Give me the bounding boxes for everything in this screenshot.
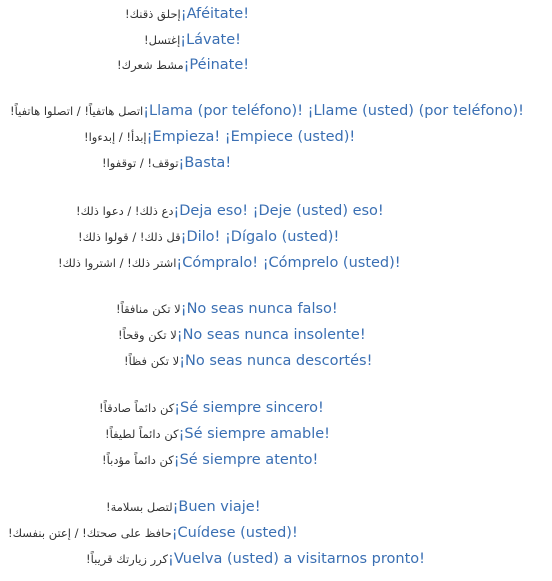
arabic-translation: إبدأ! / إبدءوا! [84,130,147,144]
spanish-phrase: ¡Empieza! ¡Empiece (usted)! [146,129,356,145]
phrase-row-no-falso: لا تكن منافقاً! ¡No seas nunca falso! [116,297,338,321]
phrase-list: إحلق ذقنك! ¡Aféitate! إغتسل! ¡Lávate! مش… [0,0,552,581]
spanish-phrase: ¡Buen viaje! [172,499,261,515]
spanish-phrase: ¡Dilo! ¡Dígalo (usted)! [180,229,340,245]
spanish-phrase: ¡Vuelva (usted) a visitarnos pronto! [168,551,425,567]
spanish-phrase: ¡Lávate! [180,32,241,48]
phrase-row-compralo: اشتر ذلك! / اشتروا ذلك! ¡Cómpralo! ¡Cómp… [58,251,401,275]
spanish-phrase: ¡Sé siempre sincero! [174,400,324,416]
spanish-phrase: ¡No seas nunca descortés! [179,353,373,369]
phrase-row-basta: توقف! / توقفوا! ¡Basta! [102,151,231,175]
arabic-translation: مشط شعرك! [117,58,184,72]
arabic-translation: لتصل بسلامة! [106,500,173,514]
arabic-translation: كن دائماً صادقاً! [99,401,175,415]
arabic-translation: لا تكن منافقاً! [116,302,181,316]
phrase-row-lavate: إغتسل! ¡Lávate! [144,28,241,52]
arabic-translation: كن دائماً لطيفاً! [105,427,179,441]
spanish-phrase: ¡Péinate! [183,57,250,73]
phrase-row-no-insolente: لا تكن وقحاً! ¡No seas nunca insolente! [118,323,366,347]
phrase-row-empieza: إبدأ! / إبدءوا! ¡Empieza! ¡Empiece (uste… [84,125,355,149]
spanish-phrase: ¡Sé siempre atento! [173,452,319,468]
arabic-translation: حافظ على صحتك! / إعتن بنفسك! [8,526,172,540]
arabic-translation: لا تكن فظاً! [124,354,180,368]
phrase-row-dilo: قل ذلك! / قولوا ذلك! ¡Dilo! ¡Dígalo (ust… [78,225,339,249]
arabic-translation: لا تكن وقحاً! [118,328,177,342]
phrase-row-sincero: كن دائماً صادقاً! ¡Sé siempre sincero! [99,396,324,420]
phrase-row-llama: اتصل هاتفياً! / اتصلوا هاتفياً! ¡Llama (… [10,99,524,123]
arabic-translation: إغتسل! [144,33,181,47]
arabic-translation: دع ذلك! / دعوا ذلك! [76,204,174,218]
arabic-translation: كن دائماً مؤدباً! [102,453,174,467]
phrase-row-deja-eso: دع ذلك! / دعوا ذلك! ¡Deja eso! ¡Deje (us… [76,199,384,223]
phrase-row-afeitate: إحلق ذقنك! ¡Aféitate! [125,2,249,26]
spanish-phrase: ¡Llama (por teléfono)! ¡Llame (usted) (p… [143,103,524,119]
spanish-phrase: ¡Sé siempre amable! [178,426,330,442]
arabic-translation: قل ذلك! / قولوا ذلك! [78,230,181,244]
spanish-phrase: ¡No seas nunca falso! [180,301,338,317]
phrase-row-peinate: مشط شعرك! ¡Péinate! [117,53,249,77]
phrase-row-amable: كن دائماً لطيفاً! ¡Sé siempre amable! [105,422,330,446]
phrase-row-no-descortes: لا تكن فظاً! ¡No seas nunca descortés! [124,349,372,373]
arabic-translation: اتصل هاتفياً! / اتصلوا هاتفياً! [10,104,144,118]
arabic-translation: اشتر ذلك! / اشتروا ذلك! [58,256,177,270]
spanish-phrase: ¡Cómpralo! ¡Cómprelo (usted)! [176,255,401,271]
phrase-row-buen-viaje: لتصل بسلامة! ¡Buen viaje! [106,495,261,519]
phrase-row-vuelva: كرر زيارتك قريباً! ¡Vuelva (usted) a vis… [86,547,425,571]
phrase-row-atento: كن دائماً مؤدباً! ¡Sé siempre atento! [102,448,318,472]
arabic-translation: إحلق ذقنك! [125,7,181,21]
arabic-translation: كرر زيارتك قريباً! [86,552,169,566]
arabic-translation: توقف! / توقفوا! [102,156,179,170]
spanish-phrase: ¡Cuídese (usted)! [171,525,298,541]
spanish-phrase: ¡Deja eso! ¡Deje (usted) eso! [173,203,384,219]
spanish-phrase: ¡Basta! [178,155,232,171]
spanish-phrase: ¡No seas nunca insolente! [176,327,366,343]
phrase-row-cuidese: حافظ على صحتك! / إعتن بنفسك! ¡Cuídese (u… [8,521,298,545]
spanish-phrase: ¡Aféitate! [180,6,250,22]
